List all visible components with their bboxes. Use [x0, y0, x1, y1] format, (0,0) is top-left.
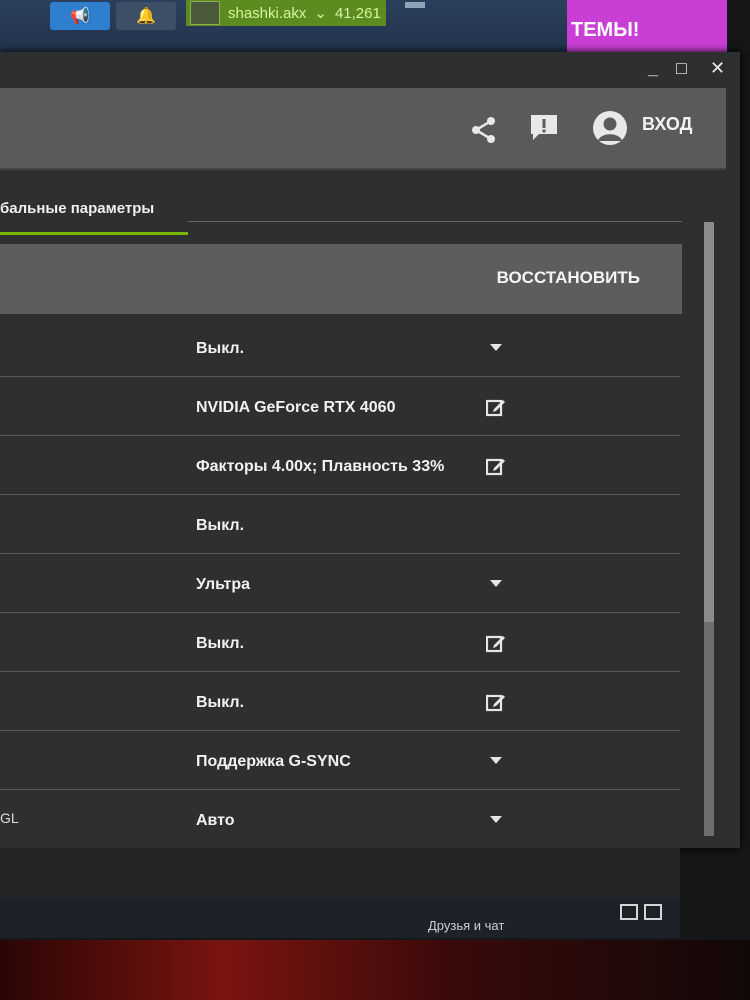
background-banner: ТЕМЫ!	[567, 0, 727, 60]
restore-bar: ВОССТАНОВИТЬ	[0, 244, 682, 314]
edit-icon[interactable]	[484, 395, 508, 419]
restore-button[interactable]: ВОССТАНОВИТЬ	[497, 268, 640, 288]
chevron-down-icon[interactable]	[484, 749, 508, 773]
setting-value[interactable]: Ультра	[196, 576, 250, 594]
setting-row[interactable]: Выкл.	[0, 318, 680, 377]
tab-divider	[188, 221, 682, 222]
setting-row[interactable]: Поддержка G-SYNC	[0, 731, 680, 790]
megaphone-icon: 📢	[70, 8, 90, 25]
background-user-name: shashki.akx	[228, 4, 307, 22]
close-button[interactable]: ✕	[710, 58, 725, 79]
setting-label: GL	[0, 810, 19, 826]
setting-value[interactable]: Выкл.	[196, 517, 244, 535]
maximize-button[interactable]: □	[676, 58, 687, 79]
setting-row[interactable]: Выкл.	[0, 495, 680, 554]
list-view-icon[interactable]	[620, 904, 638, 920]
setting-row[interactable]: Выкл.	[0, 672, 680, 731]
setting-value[interactable]: Выкл.	[196, 694, 244, 712]
chevron-down-icon: ⌄	[314, 5, 327, 22]
announcement-button[interactable]: 📢	[50, 2, 110, 30]
bell-icon: 🔔	[136, 8, 156, 25]
feedback-icon[interactable]	[528, 112, 560, 144]
setting-row[interactable]: Факторы 4.00x; Плавность 33%	[0, 436, 680, 495]
background-banner-text: ТЕМЫ!	[571, 18, 640, 41]
setting-value[interactable]: Авто	[196, 812, 235, 830]
edit-icon[interactable]	[484, 631, 508, 655]
settings-list: Выкл. NVIDIA GeForce RTX 4060 Факторы 4.00…	[0, 318, 680, 849]
tab-global-settings[interactable]: бальные параметры	[0, 200, 154, 217]
background-bottom-bar	[0, 898, 680, 938]
background-user-badge[interactable]: shashki.akx ⌄ 41,261	[186, 0, 386, 26]
edit-icon[interactable]	[484, 454, 508, 478]
chevron-down-icon[interactable]	[484, 336, 508, 360]
avatar	[190, 1, 220, 25]
login-button[interactable]: ВХОД	[642, 114, 692, 135]
bottom-strip	[0, 848, 680, 898]
grid-view-icon[interactable]	[644, 904, 662, 920]
background-indicator	[405, 2, 425, 8]
setting-row[interactable]: NVIDIA GeForce RTX 4060	[0, 377, 680, 436]
scrollbar-thumb[interactable]	[704, 222, 714, 622]
setting-value[interactable]: NVIDIA GeForce RTX 4060	[196, 399, 395, 417]
chevron-down-icon[interactable]	[484, 808, 508, 832]
setting-row[interactable]: GL Авто	[0, 790, 680, 849]
setting-value[interactable]: Поддержка G-SYNC	[196, 753, 351, 771]
edit-icon[interactable]	[484, 690, 508, 714]
background-user-points: 41,261	[334, 4, 381, 22]
setting-value[interactable]: Факторы 4.00x; Плавность 33%	[196, 458, 444, 476]
background-glow	[0, 940, 750, 1000]
chevron-down-icon[interactable]	[484, 572, 508, 596]
setting-row[interactable]: Выкл.	[0, 613, 680, 672]
view-toggle	[620, 904, 662, 920]
setting-value[interactable]: Выкл.	[196, 635, 244, 653]
friends-chat-button[interactable]: Друзья и чат	[428, 918, 504, 933]
setting-value[interactable]: Выкл.	[196, 340, 244, 358]
minimize-button[interactable]: _	[648, 58, 658, 79]
active-tab-indicator	[0, 232, 188, 235]
notifications-button[interactable]: 🔔	[116, 2, 176, 30]
setting-row[interactable]: Ультра	[0, 554, 680, 613]
user-avatar-icon[interactable]	[592, 110, 628, 146]
share-icon[interactable]	[468, 114, 500, 146]
